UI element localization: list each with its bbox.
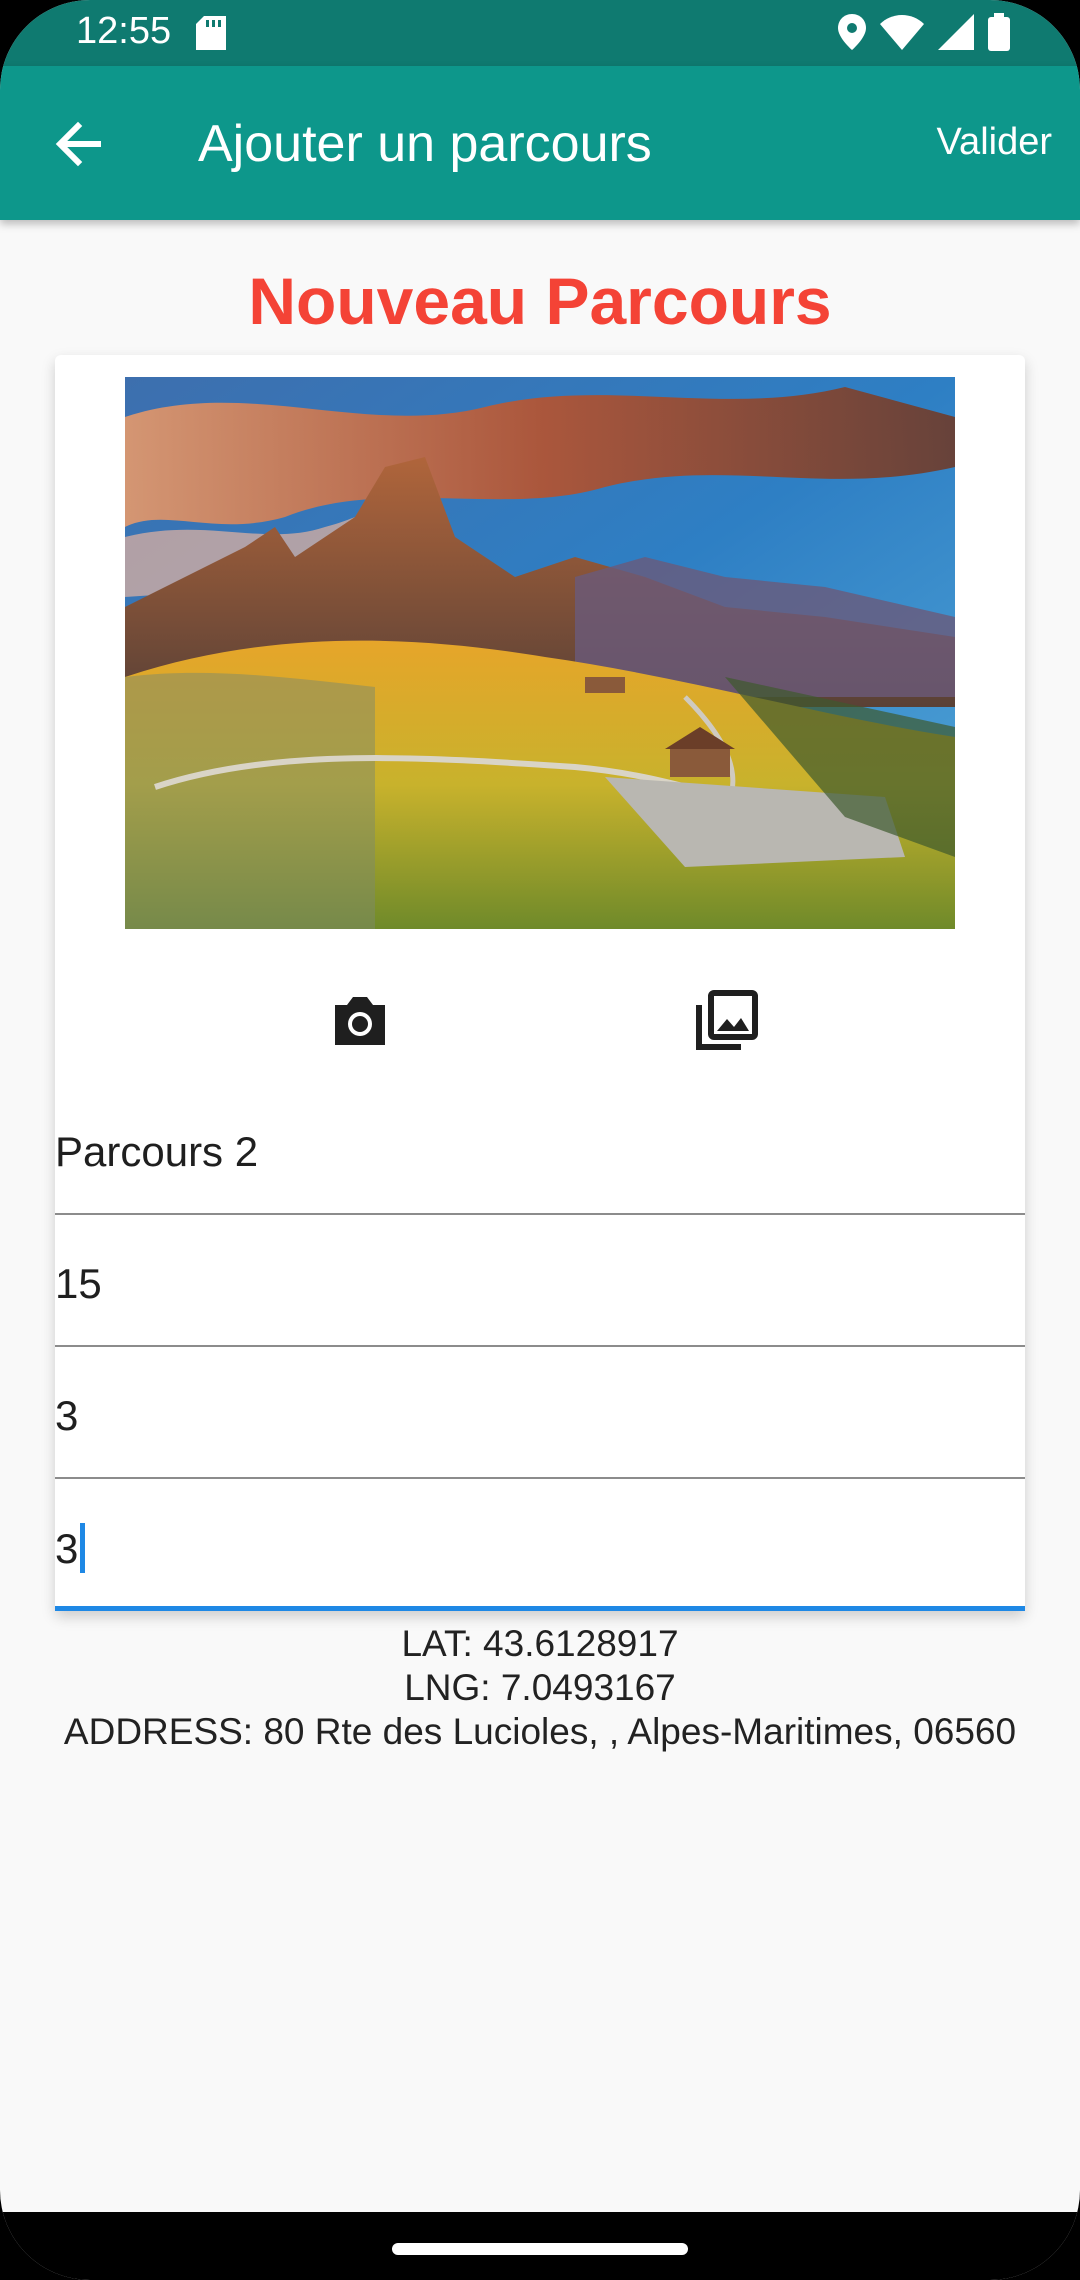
field-2[interactable]: 15 [55,1215,1025,1347]
route-name-value: Parcours 2 [55,1128,259,1175]
longitude-text: LNG: 7.0493167 [404,1667,676,1708]
location-info: LAT: 43.6128917 LNG: 7.0493167 ADDRESS: … [0,1622,1080,1754]
field-2-value: 15 [55,1260,102,1307]
wifi-icon [880,14,924,55]
address-text: ADDRESS: 80 Rte des Lucioles, , Alpes-Ma… [63,1711,1017,1752]
arrow-back-icon[interactable] [48,114,108,174]
location-icon [838,13,866,55]
field-3-value: 3 [55,1392,79,1439]
status-time: 12:55 [76,10,172,52]
sd-card-icon [196,16,226,50]
status-bar: 12:55 [0,0,1080,66]
latitude-text: LAT: 43.6128917 [401,1623,679,1664]
signal-icon [938,13,974,55]
app-bar-title: Ajouter un parcours [198,115,652,173]
field-4-value: 3 [55,1525,79,1572]
camera-icon[interactable] [325,985,395,1055]
field-3[interactable]: 3 [55,1347,1025,1479]
app-bar: Ajouter un parcours Valider [0,66,1080,220]
field-4-value-wrapper: 3 [55,1523,86,1574]
text-cursor [80,1523,86,1573]
page-heading: Nouveau Parcours [248,264,832,338]
route-name-field[interactable]: Parcours 2 [55,1083,1025,1215]
photo-library-icon[interactable] [691,985,761,1055]
field-4[interactable]: 3 [55,1479,1025,1611]
route-photo [125,377,955,929]
route-form-card: Parcours 2 15 3 3 [55,355,1025,1611]
app-screen: 12:55 Ajouter un parcours Valider Nouvea… [0,0,1080,2280]
status-icons [838,12,1010,56]
home-gesture-handle[interactable] [392,2243,688,2255]
battery-icon [988,12,1010,56]
validate-button[interactable]: Valider [937,120,1052,166]
